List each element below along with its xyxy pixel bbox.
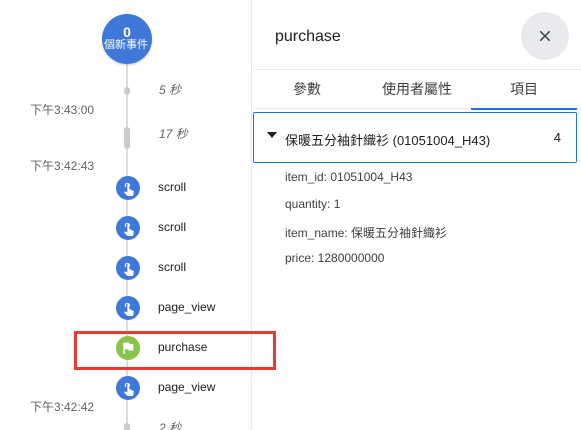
time-gap-marker [124,87,130,95]
timeline-event-name: page_view [158,300,216,314]
expand-caret-icon[interactable] [267,132,277,138]
timeline-event-name: scroll [158,260,187,274]
time-gap-label: 17 秒 [159,127,188,141]
timestamp-label: 下午3:42:42 [30,400,95,414]
timeline-event-name: scroll [158,180,187,194]
tab-user-properties[interactable]: 使用者屬性 [363,70,471,108]
new-events-count: 0 [123,24,131,40]
item-detail-line: item_id: 01051004_H43 [285,170,413,184]
time-gap-label: 2 秒 [159,421,182,430]
item-detail-line: item_name: 保暖五分袖針織衫 [285,226,448,240]
event-title: purchase [275,28,341,45]
event-detail-panel: purchase 參數 使用者屬性 項目 保暖五分袖針織衫 (01051004_… [253,0,581,430]
item-param-count: 4 [553,130,561,145]
item-detail-line: quantity: 1 [285,197,341,211]
touch-icon [116,256,140,280]
item-row-expandable[interactable]: 保暖五分袖針織衫 (01051004_H43) 4 [253,112,577,163]
touch-icon [116,296,140,320]
timeline-event-name: page_view [158,380,216,394]
touch-icon [116,216,140,240]
detail-tabs: 參數 使用者屬性 項目 [253,69,581,110]
close-icon [539,30,551,42]
item-name: 保暖五分袖針織衫 (01051004_H43) [285,133,491,148]
touch-icon [116,176,140,200]
debug-timeline: 0 個新事件 5 秒 下午3:43:00 17 秒 下午3:42:43 scro… [0,0,276,430]
touch-icon [116,376,140,400]
new-events-label: 個新事件 [104,39,148,51]
time-gap-label: 5 秒 [159,83,182,97]
time-gap-marker [124,127,130,149]
timestamp-label: 下午3:43:00 [30,103,95,117]
item-detail-line: price: 1280000000 [285,251,385,265]
tab-items[interactable]: 項目 [471,70,577,110]
timestamp-label: 下午3:42:43 [30,159,95,173]
close-button[interactable] [521,12,569,60]
time-gap-marker [124,423,130,430]
new-events-counter[interactable]: 0 個新事件 [102,14,152,64]
timeline-line [126,50,128,430]
annotation-highlight-box [74,331,276,370]
timeline-event-name: scroll [158,220,187,234]
tab-parameters[interactable]: 參數 [253,70,361,108]
